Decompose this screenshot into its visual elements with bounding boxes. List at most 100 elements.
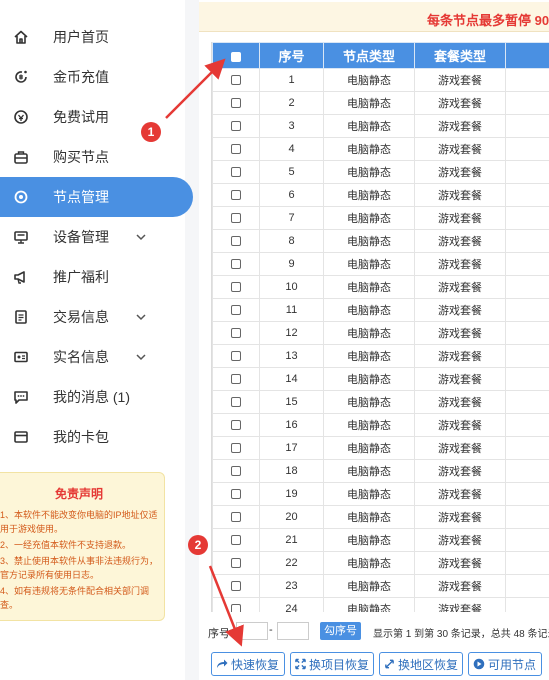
row-select-cell[interactable] bbox=[212, 551, 260, 575]
row-select-cell[interactable] bbox=[212, 597, 260, 612]
row-select-cell[interactable] bbox=[212, 436, 260, 460]
row-checkbox[interactable] bbox=[231, 98, 241, 109]
row-select-cell[interactable] bbox=[212, 229, 260, 253]
row-select-cell[interactable] bbox=[212, 367, 260, 391]
chevron-down-icon[interactable] bbox=[134, 310, 148, 324]
row-checkbox[interactable] bbox=[231, 167, 241, 178]
available-nodes-button[interactable]: 可用节点 bbox=[468, 652, 542, 676]
table-row[interactable]: 23 电脑静态 游戏套餐 bbox=[212, 574, 549, 598]
sidebar-item-buy-node[interactable]: 购买节点 bbox=[0, 137, 193, 177]
chevron-down-icon[interactable] bbox=[134, 230, 148, 244]
row-checkbox[interactable] bbox=[231, 581, 241, 592]
node-table[interactable]: 序号 节点类型 套餐类型 1 电脑静态 游戏套餐 2 电脑静态 游戏套餐 3 电脑静态 游戏套餐… bbox=[211, 42, 549, 612]
row-checkbox[interactable] bbox=[231, 190, 241, 201]
column-header-extra[interactable] bbox=[505, 42, 549, 69]
table-row[interactable]: 4 电脑静态 游戏套餐 bbox=[212, 137, 549, 161]
table-row[interactable]: 22 电脑静态 游戏套餐 bbox=[212, 551, 549, 575]
index-from-input[interactable] bbox=[236, 622, 268, 640]
row-select-cell[interactable] bbox=[212, 390, 260, 414]
sidebar-item-card-wallet[interactable]: 我的卡包 bbox=[0, 417, 193, 457]
row-checkbox[interactable] bbox=[231, 420, 241, 431]
switch-project-restore-button[interactable]: 换项目恢复 bbox=[290, 652, 374, 676]
row-select-cell[interactable] bbox=[212, 459, 260, 483]
table-row[interactable]: 11 电脑静态 游戏套餐 bbox=[212, 298, 549, 322]
row-checkbox[interactable] bbox=[231, 236, 241, 247]
row-checkbox[interactable] bbox=[231, 374, 241, 385]
table-row[interactable]: 15 电脑静态 游戏套餐 bbox=[212, 390, 549, 414]
sidebar-item-node-management[interactable]: 节点管理 bbox=[0, 177, 193, 217]
column-header-index[interactable]: 序号 bbox=[259, 42, 324, 69]
table-row[interactable]: 9 电脑静态 游戏套餐 bbox=[212, 252, 549, 276]
sidebar-item-promotion[interactable]: 推广福利 bbox=[0, 257, 193, 297]
row-checkbox[interactable] bbox=[231, 512, 241, 523]
row-checkbox[interactable] bbox=[231, 558, 241, 569]
row-select-cell[interactable] bbox=[212, 137, 260, 161]
row-checkbox[interactable] bbox=[231, 443, 241, 454]
row-select-cell[interactable] bbox=[212, 275, 260, 299]
row-select-cell[interactable] bbox=[212, 482, 260, 506]
select-by-index-button[interactable]: 勾序号 bbox=[320, 622, 361, 640]
sidebar-item-device-management[interactable]: 设备管理 bbox=[0, 217, 193, 257]
row-select-cell[interactable] bbox=[212, 68, 260, 92]
sidebar-item-messages[interactable]: 我的消息 (1) bbox=[0, 377, 193, 417]
row-checkbox[interactable] bbox=[231, 282, 241, 293]
table-row[interactable]: 3 电脑静态 游戏套餐 bbox=[212, 114, 549, 138]
row-checkbox[interactable] bbox=[231, 213, 241, 224]
sidebar-item-home[interactable]: 用户首页 bbox=[0, 17, 193, 57]
table-row[interactable]: 24 电脑静态 游戏套餐 bbox=[212, 597, 549, 612]
table-row[interactable]: 7 电脑静态 游戏套餐 bbox=[212, 206, 549, 230]
row-select-cell[interactable] bbox=[212, 574, 260, 598]
row-select-cell[interactable] bbox=[212, 252, 260, 276]
switch-region-restore-button[interactable]: 换地区恢复 bbox=[379, 652, 463, 676]
table-row[interactable]: 21 电脑静态 游戏套餐 bbox=[212, 528, 549, 552]
table-row[interactable]: 6 电脑静态 游戏套餐 bbox=[212, 183, 549, 207]
row-checkbox[interactable] bbox=[231, 397, 241, 408]
sidebar-item-transactions[interactable]: 交易信息 bbox=[0, 297, 193, 337]
row-checkbox[interactable] bbox=[231, 144, 241, 155]
row-select-cell[interactable] bbox=[212, 91, 260, 115]
sidebar-item-free-trial[interactable]: 免费试用 bbox=[0, 97, 193, 137]
table-row[interactable]: 14 电脑静态 游戏套餐 bbox=[212, 367, 549, 391]
table-row[interactable]: 18 电脑静态 游戏套餐 bbox=[212, 459, 549, 483]
row-checkbox[interactable] bbox=[231, 489, 241, 500]
table-row[interactable]: 16 电脑静态 游戏套餐 bbox=[212, 413, 549, 437]
row-select-cell[interactable] bbox=[212, 160, 260, 184]
row-checkbox[interactable] bbox=[231, 466, 241, 477]
row-select-cell[interactable] bbox=[212, 528, 260, 552]
column-header-plan-type[interactable]: 套餐类型 bbox=[414, 42, 506, 69]
table-row[interactable]: 12 电脑静态 游戏套餐 bbox=[212, 321, 549, 345]
row-checkbox[interactable] bbox=[231, 535, 241, 546]
row-select-cell[interactable] bbox=[212, 344, 260, 368]
table-row[interactable]: 20 电脑静态 游戏套餐 bbox=[212, 505, 549, 529]
row-checkbox[interactable] bbox=[231, 259, 241, 270]
chevron-down-icon[interactable] bbox=[134, 350, 148, 364]
index-to-input[interactable] bbox=[277, 622, 309, 640]
row-select-cell[interactable] bbox=[212, 413, 260, 437]
row-select-cell[interactable] bbox=[212, 206, 260, 230]
select-all-checkbox[interactable] bbox=[231, 51, 241, 62]
table-row[interactable]: 17 电脑静态 游戏套餐 bbox=[212, 436, 549, 460]
table-row[interactable]: 13 电脑静态 游戏套餐 bbox=[212, 344, 549, 368]
row-checkbox[interactable] bbox=[231, 75, 241, 86]
row-checkbox[interactable] bbox=[231, 121, 241, 132]
table-row[interactable]: 8 电脑静态 游戏套餐 bbox=[212, 229, 549, 253]
row-checkbox[interactable] bbox=[231, 305, 241, 316]
sidebar-item-coin-recharge[interactable]: 金币充值 bbox=[0, 57, 193, 97]
sidebar-item-real-name[interactable]: 实名信息 bbox=[0, 337, 193, 377]
column-header-node-type[interactable]: 节点类型 bbox=[323, 42, 415, 69]
table-row[interactable]: 5 电脑静态 游戏套餐 bbox=[212, 160, 549, 184]
table-row[interactable]: 10 电脑静态 游戏套餐 bbox=[212, 275, 549, 299]
select-all-cell[interactable] bbox=[212, 42, 260, 69]
row-checkbox[interactable] bbox=[231, 351, 241, 362]
row-select-cell[interactable] bbox=[212, 298, 260, 322]
row-checkbox[interactable] bbox=[231, 604, 241, 612]
table-row[interactable]: 2 电脑静态 游戏套餐 bbox=[212, 91, 549, 115]
row-select-cell[interactable] bbox=[212, 183, 260, 207]
row-checkbox[interactable] bbox=[231, 328, 241, 339]
row-select-cell[interactable] bbox=[212, 505, 260, 529]
table-row[interactable]: 1 电脑静态 游戏套餐 bbox=[212, 68, 549, 92]
row-select-cell[interactable] bbox=[212, 321, 260, 345]
quick-restore-button[interactable]: 快速恢复 bbox=[211, 652, 285, 676]
row-select-cell[interactable] bbox=[212, 114, 260, 138]
table-row[interactable]: 19 电脑静态 游戏套餐 bbox=[212, 482, 549, 506]
